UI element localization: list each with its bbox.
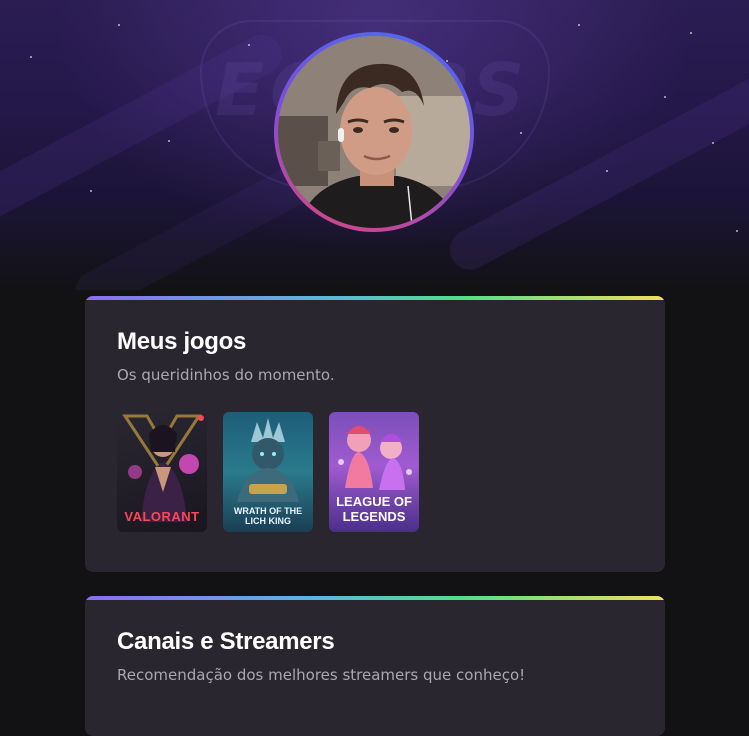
avatar [278,36,470,228]
games-card: Meus jogos Os queridinhos do momento. VA… [85,296,665,572]
game-title: LEAGUE OF LEGENDS [336,494,412,524]
star [90,190,92,192]
star [30,56,32,58]
game-title: VALORANT [124,509,200,524]
card-gradient-bar [85,296,665,300]
game-title: WRATH OF THE LICH KING [233,506,303,526]
games-card-title: Meus jogos [117,328,247,355]
star [578,24,580,26]
star [118,24,120,26]
game-league-of-legends[interactable]: LEAGUE OF LEGENDS [329,412,419,532]
star [168,140,170,142]
star [606,170,608,172]
game-wrath-of-the-lich-king[interactable]: WRATH OF THE LICH KING [223,412,313,532]
avatar-photo [278,36,470,228]
star [446,60,448,62]
streamers-card-title: Canais e Streamers [117,628,335,655]
star [520,132,522,134]
avatar-ring [274,32,474,232]
star [712,142,714,144]
streamers-card-subtitle: Recomendação dos melhores streamers que … [117,666,526,684]
hero-banner: ECLIPS [0,0,749,290]
star [736,230,738,232]
star [664,96,666,98]
game-valorant[interactable]: VALORANT [117,412,207,532]
games-card-subtitle: Os queridinhos do momento. [117,366,335,384]
star [248,44,250,46]
streamers-card: Canais e Streamers Recomendação dos melh… [85,596,665,736]
card-gradient-bar [85,596,665,600]
star [690,32,692,34]
